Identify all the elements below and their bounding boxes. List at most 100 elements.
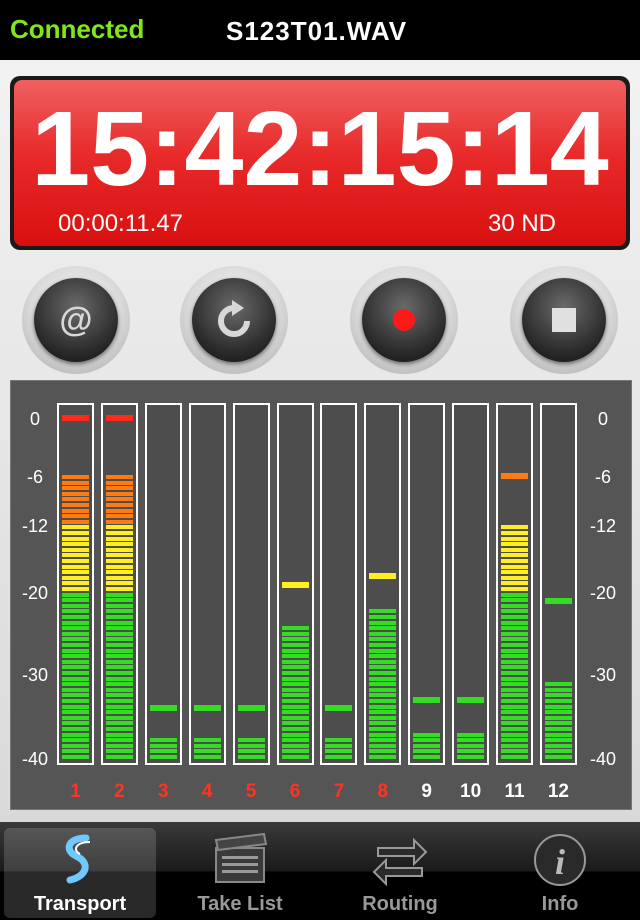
channel-label[interactable]: 1 <box>58 781 94 803</box>
meter-segment <box>501 553 528 558</box>
meter-segment <box>325 738 353 743</box>
tab-info[interactable]: i Info <box>484 828 636 918</box>
meter-segment <box>369 676 397 681</box>
scale-left-12: -12 <box>21 516 48 536</box>
channel-label[interactable]: 9 <box>409 781 445 803</box>
meter-segment <box>544 732 572 737</box>
meter-segment <box>369 682 397 687</box>
meter-segment <box>501 676 528 681</box>
meter-segment <box>281 721 309 726</box>
meter-segment <box>105 732 133 737</box>
meter-segment <box>325 743 353 748</box>
meter-segment <box>62 738 89 743</box>
meter-segment <box>501 738 528 743</box>
locate-button[interactable]: @ <box>22 266 130 374</box>
clapperboard-icon <box>214 832 268 883</box>
meter-segment <box>62 570 89 575</box>
channel-label[interactable]: 2 <box>101 781 137 803</box>
meter-segment <box>149 743 177 748</box>
meter-segment <box>501 749 528 754</box>
meter-segment <box>501 542 528 547</box>
meter-segment <box>193 738 221 743</box>
meter-segment <box>281 648 309 653</box>
meter-segment <box>62 693 89 698</box>
meter-segment <box>105 503 133 507</box>
meter-segment <box>105 693 133 698</box>
meter-segment <box>281 732 309 737</box>
meter-segment <box>62 755 89 759</box>
meter-segment <box>281 715 309 720</box>
meter-segment <box>105 564 133 569</box>
meter-segment <box>62 648 89 653</box>
stop-icon <box>552 308 576 332</box>
meter-segment <box>501 710 528 715</box>
meter-segment <box>62 503 89 507</box>
meter-segment <box>62 559 89 563</box>
meter-segment <box>369 687 397 692</box>
peak-marker <box>457 696 485 703</box>
meter-segment <box>105 480 133 485</box>
transport-view: 15:42:15:14 00:00:11.47 30 ND @ 0 -6 -12… <box>0 60 640 822</box>
peak-marker <box>544 598 572 605</box>
meter-segment <box>457 743 485 748</box>
scale-left-40: -40 <box>21 749 48 769</box>
status-bar: Connected S123T01.WAV <box>0 0 640 60</box>
meter-segment <box>501 587 528 591</box>
meter-segment <box>62 514 89 519</box>
meter-segment <box>105 508 133 513</box>
meter-segment <box>62 727 89 731</box>
meter-segment <box>544 704 572 709</box>
meter-segment <box>62 699 89 703</box>
channel-label[interactable]: 11 <box>497 781 533 803</box>
meter-segment <box>105 570 133 575</box>
meter-segment <box>62 519 89 524</box>
tab-routing[interactable]: Routing <box>324 828 476 918</box>
meter-segment <box>105 721 133 726</box>
meter-segment <box>501 659 528 664</box>
meter-segment <box>369 654 397 659</box>
routing-arrows-icon <box>372 837 428 887</box>
tab-take-list[interactable]: Take List <box>164 828 316 918</box>
channel-label[interactable]: 8 <box>365 781 401 803</box>
record-button[interactable] <box>350 266 458 374</box>
meter-segment <box>544 693 572 698</box>
info-icon: i <box>534 834 586 886</box>
meter-segment <box>281 727 309 731</box>
meter-segment <box>105 687 133 692</box>
meter-segment <box>62 581 89 586</box>
meter-segment <box>105 553 133 558</box>
meter-segment <box>369 749 397 754</box>
meter-segment <box>369 699 397 703</box>
meter-segment <box>544 687 572 692</box>
tab-transport[interactable]: Transport <box>4 828 156 918</box>
meter-segment <box>501 564 528 569</box>
meter-segment <box>62 704 89 709</box>
meter-segment <box>105 592 133 597</box>
meter-segment <box>544 715 572 720</box>
meter-segment <box>281 693 309 698</box>
meter-segment <box>62 542 89 547</box>
meter-segment <box>501 699 528 703</box>
channel-label[interactable]: 10 <box>453 781 489 803</box>
meter-segment <box>501 732 528 737</box>
meter-segment <box>281 687 309 692</box>
channel-label[interactable]: 5 <box>233 781 269 803</box>
channel-label[interactable]: 12 <box>540 781 576 803</box>
loop-button[interactable] <box>180 266 288 374</box>
meter-segment <box>501 671 528 675</box>
scale-right-12: -12 <box>589 516 616 536</box>
stop-button[interactable] <box>510 266 618 374</box>
meter-segment <box>105 587 133 591</box>
channel-label[interactable]: 6 <box>277 781 313 803</box>
channel-label[interactable]: 7 <box>321 781 357 803</box>
meter-segment <box>501 693 528 698</box>
record-icon <box>393 309 415 331</box>
meter-segment <box>105 637 133 642</box>
transport-logo-icon <box>65 834 91 884</box>
meter-channel-9 <box>408 403 446 765</box>
meter-segment <box>369 637 397 642</box>
meter-segment <box>281 755 309 759</box>
channel-label[interactable]: 3 <box>145 781 181 803</box>
meter-segment <box>281 749 309 754</box>
channel-label[interactable]: 4 <box>189 781 225 803</box>
